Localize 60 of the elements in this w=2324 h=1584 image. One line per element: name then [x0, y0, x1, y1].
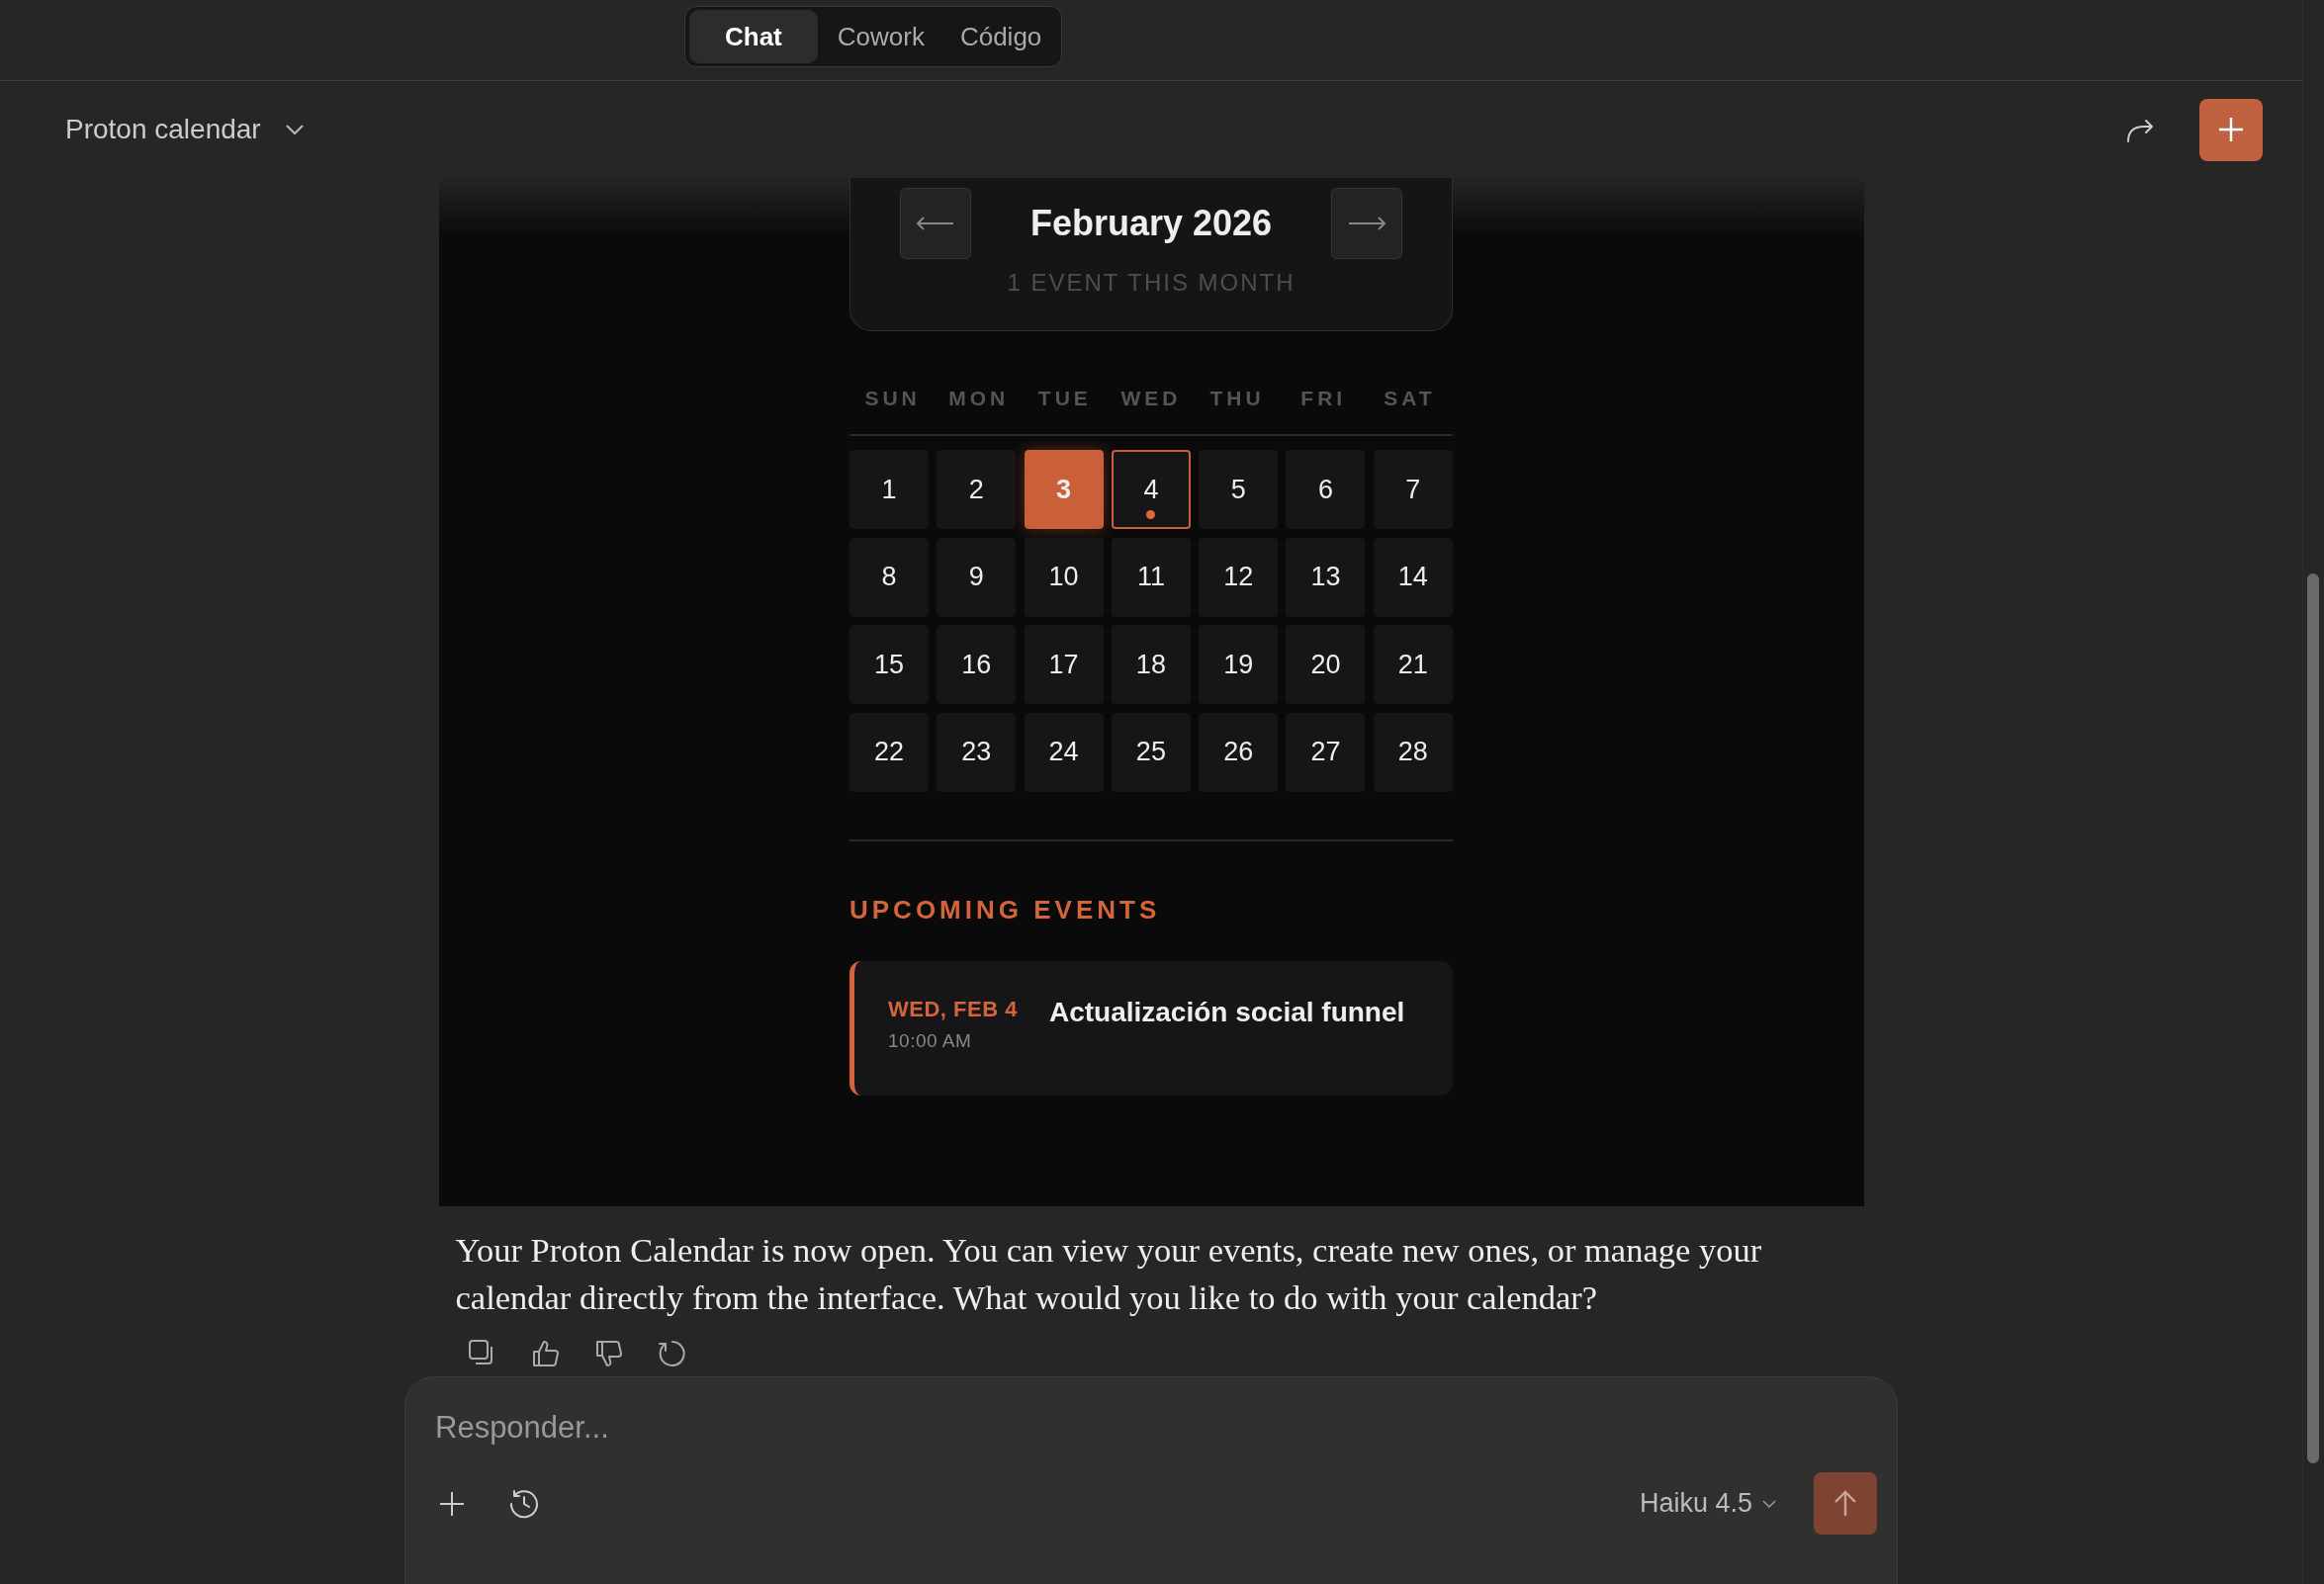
calendar-day[interactable]: 16 — [937, 625, 1017, 704]
calendar-day[interactable]: 10 — [1024, 537, 1104, 617]
chevron-down-icon — [1762, 1499, 1776, 1508]
calendar-day[interactable]: 5 — [1199, 450, 1279, 529]
calendar-day[interactable]: 12 — [1199, 537, 1279, 617]
calendar-day[interactable]: 25 — [1111, 712, 1191, 792]
retry-icon[interactable] — [657, 1339, 687, 1368]
weekday-label: SAT — [1383, 387, 1437, 410]
weekday-label: SUN — [863, 387, 922, 410]
thumbs-down-icon[interactable] — [593, 1339, 624, 1368]
calendar-day[interactable]: 4 — [1111, 450, 1191, 529]
calendar-day[interactable]: 24 — [1024, 712, 1104, 792]
event-time: 10:00 AM — [888, 1029, 973, 1052]
right-arrow-icon — [1347, 217, 1386, 230]
calendar-day[interactable]: 17 — [1024, 625, 1104, 704]
calendar-day[interactable]: 7 — [1373, 450, 1453, 529]
calendar-day[interactable]: 22 — [849, 712, 929, 792]
calendar-day[interactable]: 23 — [937, 712, 1017, 792]
calendar-day[interactable]: 20 — [1286, 625, 1366, 704]
reply-field[interactable]: Responder... — [433, 1405, 1881, 1451]
event-count: 1 EVENT THIS MONTH — [1007, 269, 1296, 297]
calendar-day[interactable]: 1 — [849, 450, 929, 529]
calendar-day[interactable]: 18 — [1111, 625, 1191, 704]
event-title: Actualización social funnel — [1048, 996, 1405, 1028]
calendar-day[interactable]: 21 — [1373, 625, 1453, 704]
calendar-day[interactable]: 6 — [1286, 450, 1366, 529]
weekday-label: THU — [1208, 387, 1266, 410]
conversation-title[interactable]: Proton calendar — [65, 114, 261, 145]
event-card[interactable]: WED, FEB 4 10:00 AM Actualización social funnel — [849, 960, 1453, 1096]
plus-icon — [2216, 115, 2246, 144]
scrollbar-thumb[interactable] — [2307, 573, 2319, 1463]
calendar-day[interactable]: 11 — [1111, 537, 1191, 617]
calendar-day[interactable]: 15 — [849, 625, 929, 704]
weekday-label: MON — [947, 387, 1011, 410]
mode-tab[interactable]: Código — [943, 10, 1058, 63]
clock-icon[interactable] — [508, 1487, 540, 1520]
month-title: February 2026 — [1029, 203, 1273, 244]
chevron-down-icon[interactable] — [284, 124, 305, 135]
new-chat-button[interactable] — [2199, 98, 2263, 161]
calendar-day[interactable]: 13 — [1286, 537, 1366, 617]
left-arrow-icon — [916, 217, 955, 230]
calendar-day[interactable]: 9 — [937, 537, 1017, 617]
calendar-day[interactable]: 26 — [1199, 712, 1279, 792]
calendar-day[interactable]: 2 — [937, 450, 1017, 529]
event-date: WED, FEB 4 — [888, 996, 1018, 1022]
calendar-day[interactable]: 14 — [1373, 537, 1453, 617]
mode-tab[interactable]: Chat — [689, 10, 818, 63]
calendar-day[interactable]: 19 — [1199, 625, 1279, 704]
weekday-label: WED — [1119, 387, 1183, 410]
mode-tab[interactable]: Cowork — [821, 10, 940, 63]
calendar-day[interactable]: 8 — [849, 537, 929, 617]
send-button[interactable] — [1814, 1472, 1877, 1535]
section-heading: UPCOMING EVENTS — [849, 894, 1162, 925]
assistant-message: Your Proton Calendar is now open. You can view your events, create new ones, or manage your calendar directly from the interface. What would you like to do with your calendar? — [455, 1230, 1763, 1318]
weekday-label: FRI — [1299, 387, 1348, 410]
weekday-label: TUE — [1036, 387, 1093, 410]
model-selector[interactable]: Haiku 4.5 — [1633, 1487, 1782, 1520]
calendar-day[interactable]: 27 — [1286, 712, 1366, 792]
calendar-day[interactable]: 28 — [1373, 712, 1453, 792]
thumbs-up-icon[interactable] — [530, 1339, 561, 1368]
